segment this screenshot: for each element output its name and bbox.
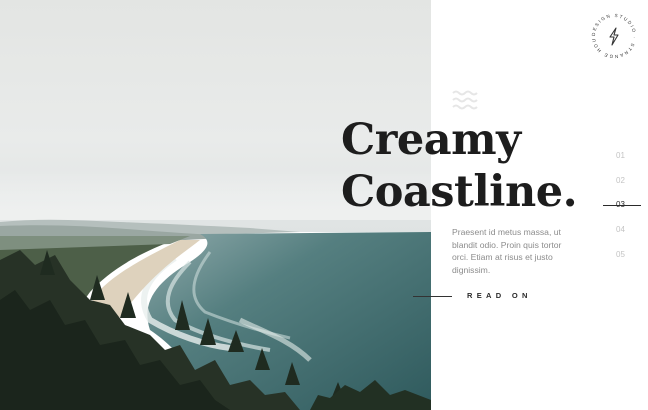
page-title: Creamy Coastline.	[341, 114, 578, 218]
pager-label: 01	[616, 151, 625, 160]
pager-label: 04	[616, 225, 625, 235]
read-on-link[interactable]: READ ON	[467, 291, 532, 300]
pager-item-02[interactable]: 02	[600, 173, 644, 198]
svg-text:DESIGN STUDIO · STRANGE HOUSE: DESIGN STUDIO · STRANGE HOUSE	[586, 8, 637, 59]
brand-logo[interactable]: DESIGN STUDIO · STRANGE HOUSE	[584, 4, 642, 64]
cta-divider	[413, 296, 452, 297]
pager-label: 05	[616, 249, 625, 259]
wave-icon	[451, 88, 479, 114]
pager-item-01[interactable]: 01	[600, 148, 644, 173]
title-line-2: Coastline.	[341, 167, 578, 217]
logo-ring-text: DESIGN STUDIO · STRANGE HOUSE	[584, 4, 636, 59]
pager-label: 03	[616, 200, 625, 210]
intro-paragraph: Praesent id metus massa, ut blandit odio…	[452, 227, 562, 275]
pager-item-03[interactable]: 03	[600, 197, 644, 222]
title-line-1: Creamy	[341, 115, 521, 165]
slide-pager: 01 02 03 04 05	[600, 148, 644, 271]
lightning-bolt-icon	[609, 27, 619, 46]
pager-label: 02	[616, 175, 625, 185]
pager-item-05[interactable]: 05	[600, 247, 644, 272]
logo-badge: DESIGN STUDIO · STRANGE HOUSE	[584, 4, 637, 59]
pager-item-04[interactable]: 04	[600, 222, 644, 247]
